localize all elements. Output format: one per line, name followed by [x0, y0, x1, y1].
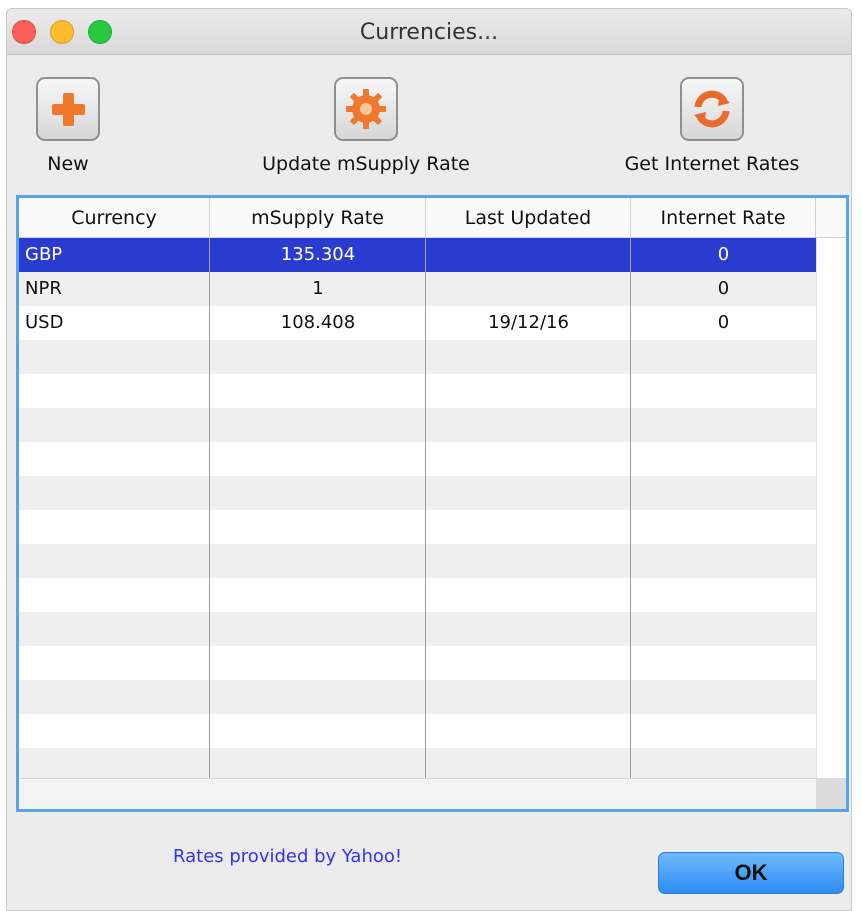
rates-credit-link[interactable]: Rates provided by Yahoo! [173, 846, 402, 867]
table-row[interactable]: GBP 135.304 0 [19, 238, 816, 272]
cell-last-updated [426, 272, 631, 306]
window-title: Currencies... [359, 20, 499, 45]
empty-row [19, 680, 816, 714]
cell-msupply-rate: 108.408 [280, 312, 356, 333]
cell-internet-rate: 0 [717, 278, 730, 299]
empty-row [19, 612, 816, 646]
header-filler [816, 198, 846, 238]
column-divider [630, 238, 631, 778]
cell-currency: USD [25, 312, 64, 333]
empty-row [19, 646, 816, 680]
empty-row [19, 476, 816, 510]
horizontal-scrollbar[interactable] [19, 778, 816, 809]
cell-msupply-rate: 135.304 [280, 244, 356, 265]
ok-button[interactable]: OK [658, 852, 844, 894]
cell-msupply-rate: 1 [312, 278, 324, 299]
table-row[interactable]: USD 108.408 19/12/16 0 [19, 306, 816, 340]
empty-row [19, 544, 816, 578]
empty-row [19, 748, 816, 782]
cell-last-updated: 19/12/16 [488, 312, 569, 333]
cell-internet-rate: 0 [717, 244, 730, 265]
cell-currency: NPR [25, 278, 62, 299]
update-msupply-rate-label: Update mSupply Rate [262, 153, 470, 175]
cell-currency: GBP [25, 244, 63, 265]
update-msupply-rate-button[interactable]: Update mSupply Rate [255, 77, 477, 175]
get-internet-rates-label: Get Internet Rates [624, 153, 800, 175]
column-header-currency[interactable]: Currency [19, 198, 210, 238]
column-header-internet-rate[interactable]: Internet Rate [631, 198, 816, 238]
empty-row [19, 442, 816, 476]
column-header-last-updated[interactable]: Last Updated [426, 198, 631, 238]
plus-icon[interactable] [36, 77, 100, 141]
empty-row [19, 510, 816, 544]
empty-row [19, 340, 816, 374]
table-body: GBP 135.304 0 NPR 1 0 USD 108.408 19/12/… [19, 238, 816, 782]
empty-row [19, 408, 816, 442]
cell-internet-rate: 0 [717, 312, 730, 333]
column-divider [425, 238, 426, 778]
get-internet-rates-button[interactable]: Get Internet Rates [617, 77, 807, 175]
gear-icon[interactable] [334, 77, 398, 141]
column-header-msupply-rate[interactable]: mSupply Rate [210, 198, 426, 238]
empty-row [19, 714, 816, 748]
empty-row [19, 374, 816, 408]
empty-row [19, 578, 816, 612]
currencies-window: Currencies... New Update mSupply Rate Ge… [6, 8, 852, 911]
new-button[interactable]: New [33, 77, 103, 175]
cell-last-updated [426, 238, 631, 272]
new-button-label: New [47, 153, 89, 175]
column-divider [209, 238, 210, 778]
vertical-scrollbar[interactable] [816, 238, 846, 778]
scrollbar-corner [816, 778, 846, 809]
refresh-icon[interactable] [680, 77, 744, 141]
table-row[interactable]: NPR 1 0 [19, 272, 816, 306]
currency-table[interactable]: Currency mSupply Rate Last Updated Inter… [16, 195, 849, 812]
title-bar: Currencies... [7, 9, 851, 55]
